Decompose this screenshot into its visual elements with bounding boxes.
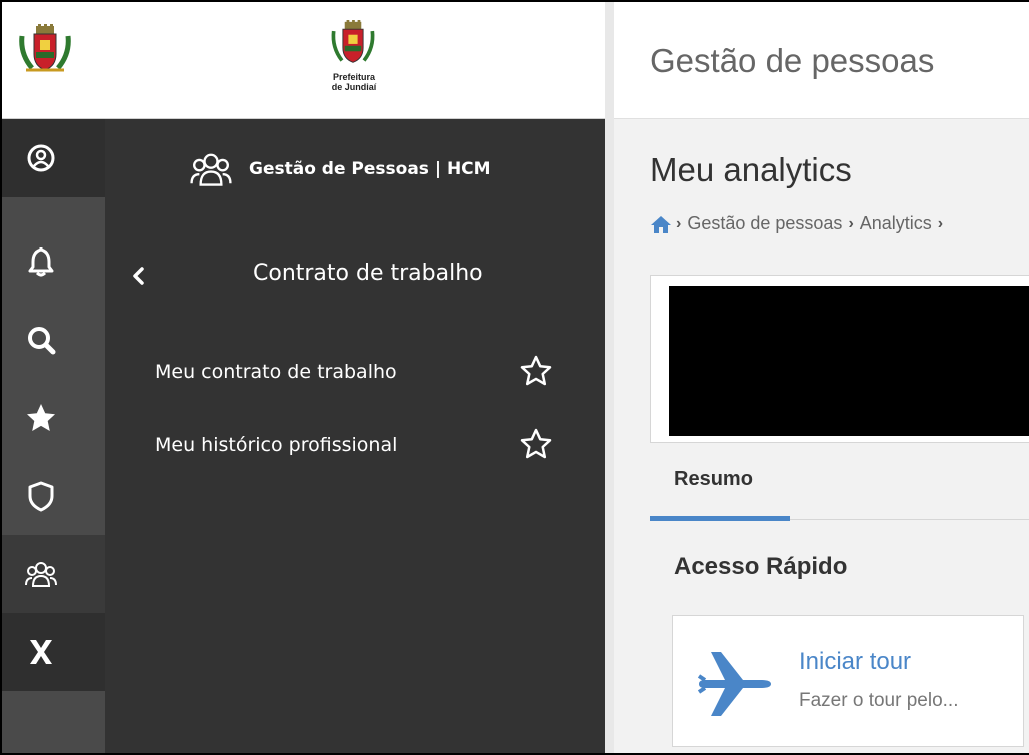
people-group-icon [25, 562, 57, 587]
app-title: Gestão de pessoas [650, 42, 935, 79]
city-seal-icon [331, 20, 375, 63]
page-title: Meu analytics [650, 151, 852, 188]
organization-name: Prefeitura de Jundiaí [331, 72, 377, 92]
rail-favorites-button[interactable] [2, 379, 105, 457]
rail-security-button[interactable] [2, 457, 105, 535]
star-outline-icon[interactable] [519, 354, 553, 388]
tour-card[interactable]: Iniciar tour Fazer o tour pelo... [672, 615, 1024, 747]
redacted-content [669, 286, 1029, 436]
tab-bar: Resumo [650, 454, 1029, 521]
menu-item-meu-historico[interactable]: Meu histórico profissional [155, 425, 565, 465]
rail-close-button[interactable] [2, 613, 105, 691]
breadcrumb-item[interactable]: Analytics [860, 213, 932, 234]
rail-notifications-button[interactable] [2, 223, 105, 301]
panel-divider [605, 2, 614, 753]
section-title: Contrato de trabalho [253, 261, 483, 286]
close-x-icon [30, 640, 52, 664]
people-group-icon [190, 153, 232, 186]
quick-access-title: Acesso Rápido [674, 553, 848, 580]
star-outline-icon[interactable] [519, 427, 553, 461]
user-circle-icon [27, 144, 55, 172]
breadcrumb-item[interactable]: Gestão de pessoas [687, 213, 842, 234]
tab-label: Resumo [674, 468, 753, 490]
rail-user-button[interactable] [2, 119, 105, 197]
tab-resumo[interactable]: Resumo [650, 454, 790, 521]
dashboard-card [650, 275, 1029, 443]
logo-header: Prefeitura de Jundiaí [2, 2, 605, 119]
active-tab-indicator [650, 516, 790, 521]
shield-icon [28, 481, 54, 512]
tour-title: Iniciar tour [799, 648, 912, 675]
bell-icon [28, 247, 54, 277]
main-content: Meu analytics › Gestão de pessoas › Anal… [614, 119, 1029, 753]
app-header: Gestão de pessoas [614, 2, 1029, 119]
module-header: Gestão de Pessoas | HCM [189, 147, 491, 191]
chevron-right-icon: › [848, 214, 854, 232]
chevron-left-icon [133, 267, 144, 285]
star-icon [27, 404, 55, 431]
chevron-right-icon: › [937, 214, 944, 232]
city-seal-icon[interactable] [18, 24, 72, 74]
tour-subtitle: Fazer o tour pelo... [799, 690, 959, 711]
rail-search-button[interactable] [2, 301, 105, 379]
menu-item-label: Meu contrato de trabalho [155, 361, 397, 383]
search-icon [28, 327, 56, 355]
breadcrumb: › Gestão de pessoas › Analytics › [650, 213, 943, 234]
menu-item-label: Meu histórico profissional [155, 434, 398, 456]
home-icon[interactable] [650, 214, 672, 234]
sidebar-menu: Gestão de Pessoas | HCM Contrato de trab… [105, 119, 605, 753]
menu-item-meu-contrato[interactable]: Meu contrato de trabalho [155, 352, 565, 392]
icon-rail [2, 119, 105, 753]
chevron-right-icon: › [676, 214, 682, 232]
module-title: Gestão de Pessoas | HCM [249, 159, 491, 179]
app-window: Prefeitura de Jundiaí Gestão de Pessoas … [0, 0, 1029, 755]
airplane-icon [697, 652, 771, 716]
rail-people-button[interactable] [2, 535, 105, 613]
